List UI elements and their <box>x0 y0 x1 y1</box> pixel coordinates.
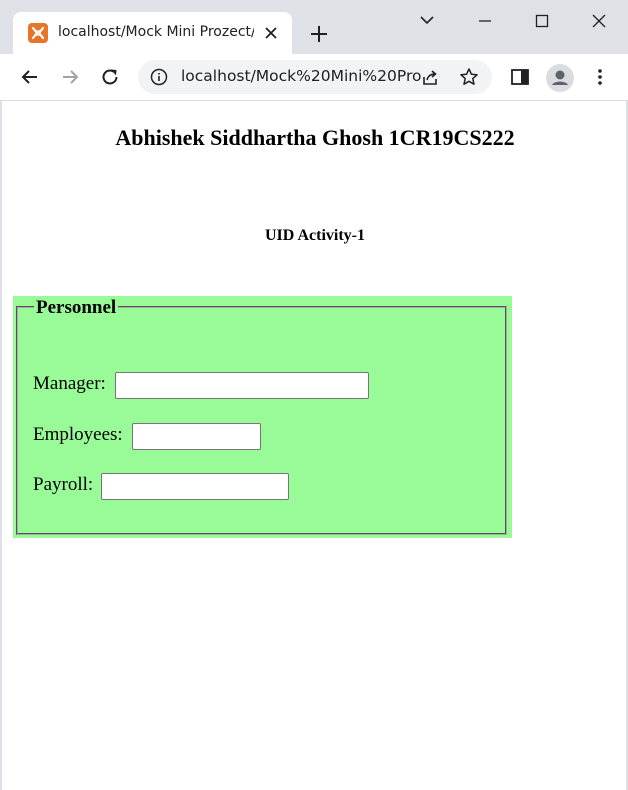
xampp-icon <box>28 23 48 43</box>
bookmark-star-icon[interactable] <box>459 67 479 87</box>
side-panel-icon[interactable] <box>509 66 531 88</box>
window-close-icon[interactable] <box>584 8 614 34</box>
tab-search-chevron-down-icon[interactable] <box>412 8 442 34</box>
share-icon[interactable] <box>420 68 440 88</box>
employees-label: Employees: <box>33 424 123 445</box>
fieldset-legend: Personnel <box>34 297 119 319</box>
page-title: Abhishek Siddhartha Ghosh 1CR19CS222 <box>115 125 515 150</box>
address-bar[interactable]: localhost/Mock%20Mini%20Prozect/Activity… <box>138 60 492 94</box>
payroll-label: Payroll: <box>33 474 94 495</box>
back-arrow-icon[interactable] <box>19 66 41 88</box>
browser-tab[interactable]: localhost/Mock Mini Prozect/Activity-1.h… <box>13 12 292 54</box>
profile-avatar[interactable] <box>546 64 574 92</box>
maximize-icon[interactable] <box>527 8 557 34</box>
new-tab-icon[interactable] <box>306 21 332 47</box>
tab-strip: localhost/Mock Mini Prozect/Activity-1.h… <box>0 0 628 54</box>
browser-toolbar: localhost/Mock%20Mini%20Prozect/Activity… <box>0 54 628 101</box>
minimize-icon[interactable] <box>470 8 500 34</box>
page-subtitle: UID Activity-1 <box>265 227 365 244</box>
forward-arrow-icon[interactable] <box>59 66 81 88</box>
manager-label: Manager: <box>33 373 106 394</box>
reload-icon[interactable] <box>99 66 121 88</box>
close-icon[interactable] <box>263 25 279 41</box>
tab-title: localhost/Mock Mini Prozect/Activity-1.h… <box>58 24 254 40</box>
site-info-icon[interactable] <box>150 68 168 86</box>
person-icon <box>552 70 568 85</box>
payroll-input[interactable] <box>101 473 289 500</box>
address-bar-url[interactable]: localhost/Mock%20Mini%20Prozect/Activity… <box>181 67 421 87</box>
more-menu-icon[interactable] <box>589 66 611 88</box>
personnel-form: Personnel Manager: Employees: Payroll: <box>13 296 512 538</box>
personnel-fieldset <box>16 306 507 535</box>
manager-input[interactable] <box>115 372 369 399</box>
employees-input[interactable] <box>132 423 261 450</box>
page-content: Abhishek Siddhartha Ghosh 1CR19CS222 UID… <box>2 101 626 790</box>
